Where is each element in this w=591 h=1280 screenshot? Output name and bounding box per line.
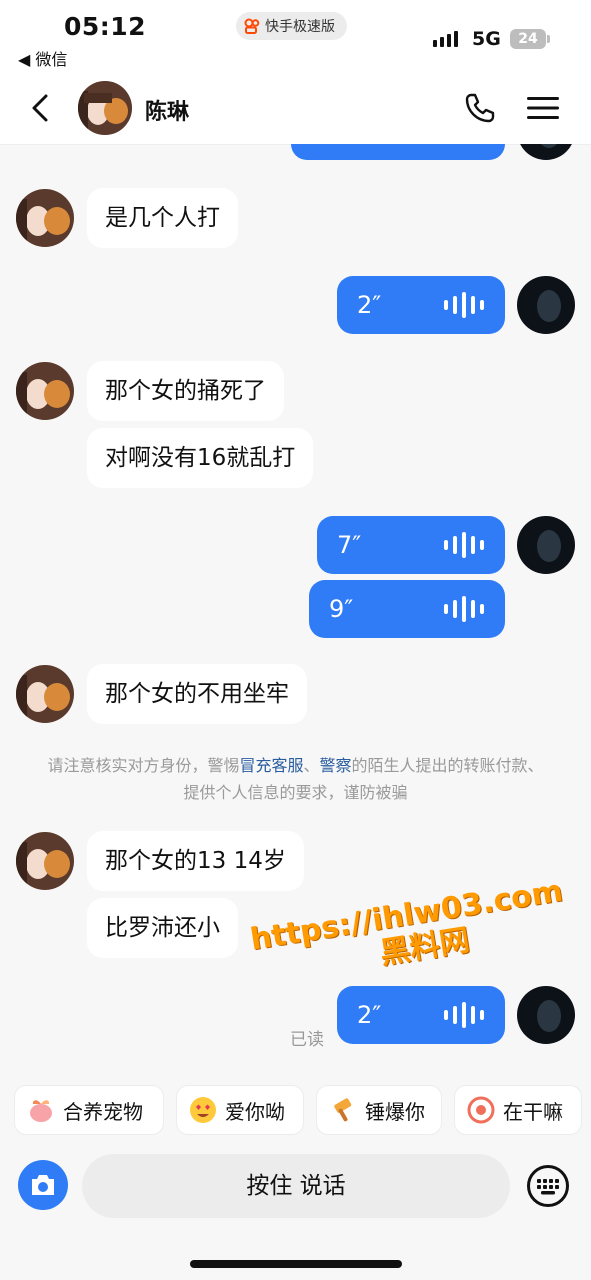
- battery-icon: 24: [510, 29, 550, 49]
- heart-eyes-emoji-icon: [190, 1097, 216, 1123]
- voice-duration: 2″: [357, 291, 382, 319]
- safety-notice: 请注意核实对方身份，警惕冒充客服、警察的陌生人提出的转账付款、提供个人信息的要求…: [47, 756, 544, 802]
- hold-to-talk-button[interactable]: 按住 说话: [82, 1154, 510, 1218]
- notice-link-customer-service[interactable]: 冒充客服: [239, 756, 303, 775]
- incoming-message[interactable]: 那个女的不用坐牢: [87, 664, 307, 724]
- input-bar: 按住 说话: [0, 1140, 591, 1280]
- quick-reply-chip[interactable]: 爱你呦: [176, 1085, 304, 1135]
- status-bar: 05:12 ◀ 微信 快手极速版 5G 24: [0, 0, 591, 72]
- chat-header: 陈琳: [0, 72, 591, 145]
- peach-emoji-icon: [30, 1100, 52, 1122]
- contact-avatar[interactable]: [78, 81, 132, 135]
- quick-reply-chip[interactable]: 合养宠物: [14, 1085, 164, 1135]
- signal-bars-icon: [433, 31, 458, 47]
- app-indicator-label: 快手极速版: [265, 19, 335, 35]
- contact-avatar[interactable]: [16, 832, 74, 890]
- voice-duration: 2″: [357, 1001, 382, 1029]
- contact-avatar[interactable]: [16, 362, 74, 420]
- quick-reply-chip[interactable]: 在干嘛: [454, 1085, 582, 1135]
- voice-wave-icon: [444, 532, 484, 558]
- camera-icon: [32, 1175, 54, 1195]
- back-arrow-icon[interactable]: [24, 90, 60, 126]
- keyboard-icon[interactable]: [526, 1164, 570, 1208]
- voice-duration: 9″: [329, 595, 354, 623]
- voice-message-bubble[interactable]: [291, 144, 505, 160]
- wave-emoji-icon: [467, 1096, 495, 1124]
- my-avatar[interactable]: [517, 986, 575, 1044]
- notice-link-police[interactable]: 警察: [320, 756, 352, 775]
- network-type: 5G: [472, 28, 501, 50]
- home-indicator: [190, 1260, 402, 1268]
- status-time: 05:12: [64, 12, 147, 41]
- incoming-message[interactable]: 对啊没有16就乱打: [87, 428, 314, 488]
- incoming-message[interactable]: 那个女的13 14岁: [87, 831, 304, 891]
- my-avatar[interactable]: [517, 276, 575, 334]
- incoming-message[interactable]: 那个女的捅死了: [87, 361, 284, 421]
- voice-message-bubble[interactable]: 7″: [317, 516, 505, 574]
- camera-button[interactable]: [18, 1160, 68, 1210]
- kuaishou-logo-icon: [244, 18, 260, 34]
- back-to-app-link[interactable]: ◀ 微信: [18, 46, 67, 70]
- phone-icon[interactable]: [462, 90, 498, 126]
- site-watermark: https://ihlw03.com 黑料网: [247, 873, 566, 972]
- voice-wave-icon: [444, 596, 484, 622]
- contact-avatar[interactable]: [16, 189, 74, 247]
- incoming-message[interactable]: 是几个人打: [87, 188, 238, 248]
- contact-avatar[interactable]: [16, 665, 74, 723]
- voice-message-bubble[interactable]: 2″: [337, 276, 505, 334]
- my-avatar[interactable]: [517, 144, 575, 160]
- my-avatar[interactable]: [517, 516, 575, 574]
- voice-wave-icon: [444, 1002, 484, 1028]
- quick-reply-chip[interactable]: 锤爆你: [316, 1085, 442, 1135]
- contact-name: 陈琳: [145, 100, 190, 125]
- menu-icon[interactable]: [524, 92, 562, 124]
- app-indicator-pill[interactable]: 快手极速版: [236, 12, 347, 40]
- voice-message-bubble[interactable]: 9″: [309, 580, 505, 638]
- voice-duration: 7″: [337, 531, 362, 559]
- message-list[interactable]: 是几个人打 2″ 那个女的捅死了 对啊没有16就乱打 7″ 9″ 那个女的不用坐…: [0, 144, 591, 1074]
- incoming-message[interactable]: 比罗沛还小: [87, 898, 238, 958]
- voice-message-bubble[interactable]: 2″: [337, 986, 505, 1044]
- hammer-emoji-icon: [334, 1098, 352, 1122]
- read-status: 已读: [290, 1030, 324, 1050]
- voice-wave-icon: [444, 292, 484, 318]
